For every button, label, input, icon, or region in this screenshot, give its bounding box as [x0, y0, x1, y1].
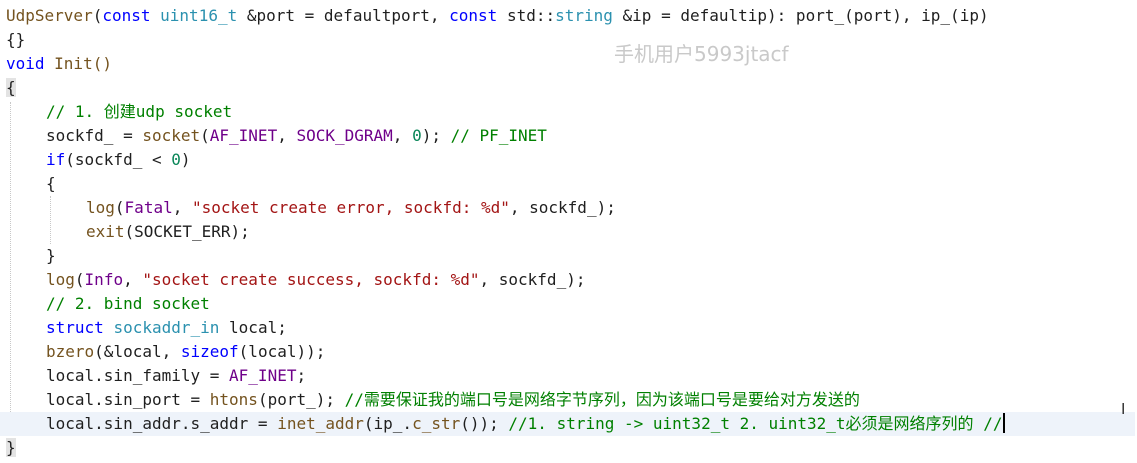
code-line-2[interactable]: {} [6, 28, 25, 52]
token-type: string [555, 6, 613, 25]
token-text: local.sin_port = [46, 390, 210, 409]
token-number: 0 [412, 126, 422, 145]
code-line-12[interactable]: log(Info, "socket create success, sockfd… [46, 268, 585, 292]
text-caret [1003, 413, 1006, 433]
token-text: local.sin_addr.s_addr = [46, 414, 278, 433]
code-line-4[interactable]: { [6, 76, 16, 100]
code-line-17[interactable]: local.sin_port = htons(port_); //需要保证我的端… [46, 388, 860, 412]
code-line-3[interactable]: void Init() [6, 52, 112, 76]
token-string: "socket create success, sockfd: %d" [142, 270, 480, 289]
token-text: local.sin_family = [46, 366, 230, 385]
token-text: ()); [460, 414, 509, 433]
code-line-6[interactable]: sockfd_ = socket(AF_INET, SOCK_DGRAM, 0)… [46, 124, 547, 148]
token-close-brace: } [46, 246, 56, 265]
token-paren: ( [114, 198, 125, 217]
token-comma: , [277, 126, 297, 145]
token-paren: ( [200, 126, 210, 145]
code-line-13[interactable]: // 2. bind socket [46, 292, 210, 316]
token-paren: ) [180, 150, 191, 169]
token-number: 0 [171, 150, 181, 169]
code-line-5[interactable]: // 1. 创建udp socket [46, 100, 232, 124]
token-function: exit [86, 222, 125, 241]
code-line-9[interactable]: log(Fatal, "socket create error, sockfd:… [86, 196, 616, 220]
code-line-19[interactable]: } [6, 436, 16, 460]
token-paren: ( [74, 270, 85, 289]
token-open-brace: { [46, 174, 56, 193]
token-text: ); [421, 126, 451, 145]
token-text: (local)); [238, 342, 326, 361]
token-comment: // 1. 创建udp socket [46, 102, 233, 121]
token-macro: AF_INET [229, 366, 297, 385]
token-text: (sockfd_ < [65, 150, 172, 169]
ibeam-cursor-icon: I [1121, 400, 1126, 418]
token-text: local; [219, 318, 287, 337]
token-comment: //需要保证我的端口号是网络字节序列，因为该端口号是要给对方发送的 [344, 390, 860, 409]
token-braces: {} [6, 30, 26, 49]
token-text: ; [296, 366, 307, 385]
token-comma: , [392, 126, 413, 145]
token-text: (SOCKET_ERR); [124, 222, 250, 241]
token-keyword: void [6, 54, 45, 73]
token-comment: // PF_INET [450, 126, 547, 145]
code-line-18-current[interactable]: local.sin_addr.s_addr = inet_addr(ip_.c_… [0, 412, 1135, 436]
token-enum: Fatal [124, 198, 173, 217]
token-keyword: const [102, 6, 151, 25]
token-comment: //1. string -> uint32_t 2. uint32_t必须是网络… [508, 414, 1003, 433]
token-keyword: const [449, 6, 498, 25]
token-enum: Info [84, 270, 124, 289]
token-string: "socket create error, sockfd: %d" [191, 198, 510, 217]
token-text: &ip = defaultip): port_(port), ip_(ip) [612, 6, 989, 25]
token-function: inet_addr [277, 414, 364, 433]
token-type: sockaddr_in [113, 318, 220, 337]
code-line-1[interactable]: UdpServer(const uint16_t &port = default… [6, 4, 989, 28]
token-function: bzero [46, 342, 95, 361]
code-line-11[interactable]: } [46, 244, 56, 268]
token-type: uint16_t [160, 6, 238, 25]
code-line-7[interactable]: if(sockfd_ < 0) [46, 148, 191, 172]
watermark: 手机用户5993jtacf [614, 42, 789, 66]
token-comment: // 2. bind socket [46, 294, 210, 313]
token-text: &port = defaultport, [237, 6, 450, 25]
token-function: socket [142, 126, 201, 145]
token-text: std:: [497, 6, 556, 25]
token-text: (&local, [94, 342, 181, 361]
token-keyword: if [46, 150, 66, 169]
code-line-14[interactable]: struct sockaddr_in local; [46, 316, 287, 340]
token-open-brace: { [6, 78, 16, 97]
token-class-name: UdpServer [6, 6, 93, 25]
token-function: htons [209, 390, 258, 409]
token-paren: ( [92, 6, 103, 25]
token-text: , sockfd_); [479, 270, 586, 289]
token-function: log [46, 270, 75, 289]
code-line-15[interactable]: bzero(&local, sizeof(local)); [46, 340, 325, 364]
token-keyword: struct [46, 318, 104, 337]
indent-guide-inner [50, 196, 51, 244]
token-comma: , [123, 270, 143, 289]
token-function-name: Init() [44, 54, 112, 73]
token-close-brace: } [6, 438, 16, 457]
token-method: c_str [412, 414, 461, 433]
token-function: log [86, 198, 115, 217]
token-text: sockfd_ = [46, 126, 143, 145]
token-text: (port_); [257, 390, 345, 409]
code-line-16[interactable]: local.sin_family = AF_INET; [46, 364, 306, 388]
token-macro: AF_INET [209, 126, 278, 145]
token-text: (ip_. [363, 414, 413, 433]
indent-guide [10, 102, 11, 432]
token-macro: SOCK_DGRAM [296, 126, 393, 145]
code-line-10[interactable]: exit(SOCKET_ERR); [86, 220, 250, 244]
token-keyword: sizeof [180, 342, 239, 361]
code-editor[interactable]: UdpServer(const uint16_t &port = default… [0, 0, 1137, 463]
token-text: , sockfd_); [509, 198, 616, 217]
code-line-8[interactable]: { [46, 172, 56, 196]
token-comma: , [172, 198, 192, 217]
